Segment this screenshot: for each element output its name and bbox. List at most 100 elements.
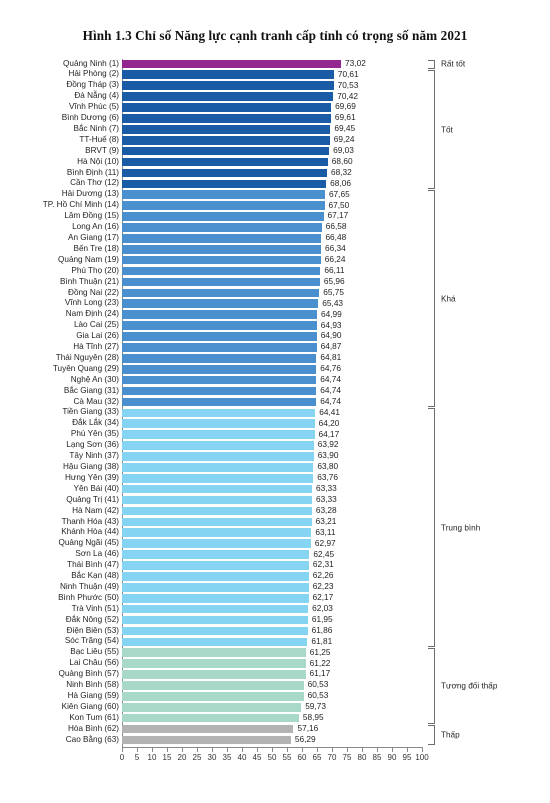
- bar: [122, 692, 304, 701]
- bar-value-label: 61,17: [309, 668, 331, 679]
- bar-value-label: 65,75: [323, 286, 345, 297]
- bar-value-label: 60,53: [307, 690, 329, 701]
- bar-value-label: 61,22: [309, 657, 331, 668]
- bar-row: Lào Cai (25) 64,93: [74, 320, 422, 332]
- bar-row: Hà Nam (42) 63,28: [72, 505, 422, 517]
- x-axis-tick: [407, 747, 408, 752]
- bar: [122, 681, 304, 690]
- bar-category-label: Kiên Giang (60): [61, 701, 119, 711]
- bar: [122, 604, 309, 614]
- bar-row: Điện Biên (53) 61,86: [67, 625, 422, 637]
- bar: [122, 517, 312, 527]
- category-bracket: [428, 59, 435, 70]
- x-axis-tick-label: 30: [207, 753, 217, 762]
- bar-category-label: Yên Bái (40): [73, 483, 119, 493]
- bar: [122, 593, 309, 603]
- bar-value-label: 58,95: [302, 712, 324, 723]
- bar: [122, 550, 310, 559]
- bar-category-label: Ninh Bình (58): [66, 680, 119, 690]
- bar-row: Tiền Giang (33) 64,41: [62, 407, 422, 419]
- x-axis-tick: [137, 747, 138, 752]
- bar-row: Ninh Thuận (49) 62,23: [60, 581, 422, 593]
- x-axis-tick-label: 85: [372, 753, 382, 762]
- bar-value-label: 56,29: [294, 733, 316, 744]
- x-axis-tick: [272, 747, 273, 752]
- bar: [122, 713, 299, 723]
- bar-row: Hà Nội (10) 68,60: [77, 155, 422, 168]
- bar-category-label: Ninh Thuận (49): [59, 581, 119, 591]
- x-axis-tick: [347, 747, 348, 752]
- x-axis-tick: [242, 747, 243, 752]
- bar-value-label: 68,06: [330, 177, 351, 188]
- bar-value-label: 65,43: [322, 297, 344, 308]
- bar-row: Lạng Sơn (36) 63,92: [66, 439, 422, 452]
- plot-area: Quảng Ninh (1) 73,02 Hải Phòng (2) 70,61 Đồn…: [43, 58, 422, 746]
- bar-value-label: 61,25: [309, 646, 331, 657]
- bar-row: Quảng Nam (19) 66,24: [58, 254, 422, 266]
- bar: [122, 615, 308, 625]
- x-axis-tick-label: 25: [192, 753, 202, 762]
- bar-row: Long An (16) 66,58: [72, 221, 422, 234]
- category-bracket-label: Thấp: [441, 730, 460, 740]
- x-axis-tick: [227, 747, 228, 752]
- bar-category-label: Lâm Đồng (15): [64, 211, 119, 221]
- bar-value-label: 69,24: [333, 134, 355, 145]
- bar-category-label: Phú Thọ (20): [71, 265, 119, 275]
- x-axis-tick-label: 20: [177, 753, 187, 762]
- x-axis-tick-label: 90: [387, 753, 397, 762]
- bar: [122, 561, 309, 570]
- bar: [122, 441, 314, 450]
- x-axis-tick-label: 65: [312, 753, 322, 762]
- bar-row: Đắk Nông (52) 61,95: [66, 614, 422, 626]
- x-axis-tick: [302, 747, 303, 752]
- bar: [122, 637, 308, 647]
- x-axis-tick: [257, 747, 258, 752]
- bar: [122, 702, 302, 712]
- bar-row: Sơn La (46) 62,45: [75, 549, 422, 561]
- bar-row: Phú Thọ (20) 66,11: [71, 265, 422, 277]
- bar-value-label: 68,60: [331, 155, 353, 166]
- x-axis-tick-label: 95: [402, 753, 412, 762]
- bar-row: Hưng Yên (39) 63,76: [65, 472, 422, 484]
- bar-value-label: 63,76: [317, 472, 339, 483]
- bar-category-label: Lai Châu (56): [69, 658, 119, 668]
- bar-row: Bắc Kạn (48) 62,26: [71, 570, 422, 583]
- bar-row: Bạc Liêu (55) 61,25: [70, 646, 422, 659]
- bar: [122, 277, 320, 287]
- bar: [122, 343, 317, 352]
- category-bracket-label: Trung bình: [441, 523, 481, 533]
- bar-value-label: 68,32: [330, 166, 352, 177]
- x-axis-tick-label: 100: [415, 753, 429, 762]
- bar-value-label: 69,45: [334, 123, 356, 134]
- bar-value-label: 60,53: [307, 679, 329, 690]
- bar: [122, 288, 320, 298]
- bar: [122, 201, 325, 210]
- bar-category-label: Vĩnh Phúc (5): [68, 102, 119, 112]
- bar-category-label: Bình Dương (6): [61, 113, 119, 123]
- bar-row: Vĩnh Long (23) 65,43: [65, 297, 422, 310]
- bar-category-label: Lào Cai (25): [73, 320, 119, 330]
- bar: [122, 234, 322, 243]
- category-bracket-label: Khá: [441, 294, 456, 304]
- bar-category-label: Điện Biên (53): [66, 625, 119, 635]
- chart-container: Hình 1.3 Chỉ số Năng lực cạnh tranh cấp …: [0, 0, 550, 803]
- x-axis-tick-label: 80: [357, 753, 367, 762]
- bar-row: Nghệ An (30) 64,74: [71, 374, 422, 386]
- bar: [122, 354, 317, 363]
- bar-category-label: Bắc Giang (31): [63, 385, 119, 395]
- bar-row: Hậu Giang (38) 63,80: [63, 461, 422, 473]
- bar-row: TT-Huế (8) 69,24: [79, 134, 422, 146]
- bar-category-label: Đắk Nông (52): [65, 614, 119, 624]
- bar-row: Đồng Nai (22) 65,75: [68, 286, 422, 299]
- x-axis-tick-label: 50: [267, 753, 277, 762]
- bar-category-label: Bắc Ninh (7): [73, 123, 119, 133]
- x-axis-tick: [152, 747, 153, 752]
- bar-value-label: 69,69: [335, 101, 356, 112]
- bar-category-label: Vĩnh Long (23): [64, 298, 119, 308]
- bar: [122, 572, 309, 581]
- bar-value-label: 62,23: [312, 581, 334, 592]
- bar-value-label: 69,61: [334, 112, 356, 123]
- bar: [122, 299, 319, 309]
- x-axis-tick: [167, 747, 168, 752]
- bar: [122, 157, 328, 167]
